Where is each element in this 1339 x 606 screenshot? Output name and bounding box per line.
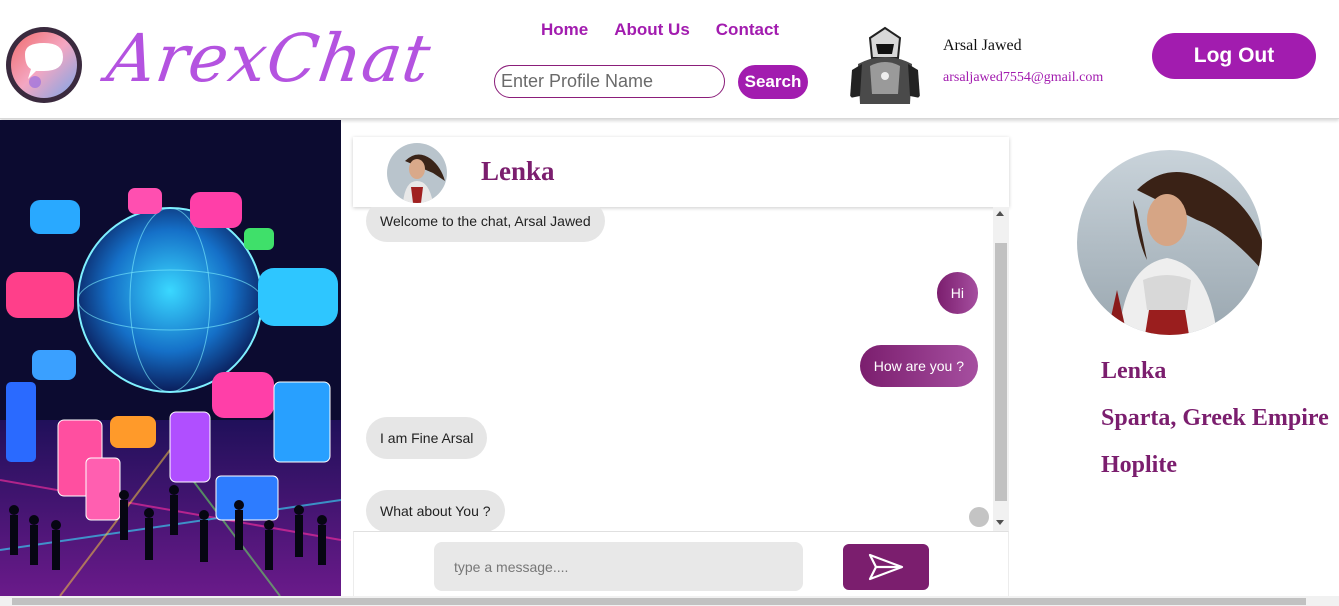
search-button[interactable]: Search [738, 65, 808, 99]
message-scrollbar[interactable] [993, 207, 1009, 531]
armored-hero-avatar-icon [840, 24, 930, 112]
scroll-up-arrow-icon[interactable] [996, 211, 1004, 216]
profile-role: Hoplite [1101, 452, 1177, 478]
profile-search-input[interactable] [494, 65, 725, 98]
send-icon [868, 553, 904, 581]
user-name: Arsal Jawed [943, 37, 1022, 54]
social-network-banner-image [0, 120, 341, 596]
chat-header: Lenka [353, 137, 1009, 207]
brand-logo-text: ArexChat [102, 20, 436, 97]
message-input[interactable] [434, 542, 803, 591]
contact-avatar[interactable] [387, 143, 447, 203]
profile-location: Sparta, Greek Empire [1101, 405, 1329, 431]
nav-about-link[interactable]: About Us [614, 20, 690, 40]
nav-home-link[interactable]: Home [541, 20, 588, 40]
message-outgoing: Hi [936, 272, 978, 314]
profile-avatar [1077, 150, 1262, 335]
user-avatar[interactable] [840, 24, 930, 112]
scroll-thumb[interactable] [995, 243, 1007, 501]
warrior-woman-avatar-icon [387, 143, 447, 203]
nav-contact-link[interactable]: Contact [716, 20, 779, 40]
page-horizontal-scrollbar[interactable] [0, 596, 1339, 606]
message-composer [353, 531, 1009, 596]
message-outgoing: How are you ? [859, 345, 978, 387]
profile-name: Lenka [1101, 358, 1167, 384]
banner-illustration [0, 120, 341, 596]
horizontal-scroll-thumb[interactable] [12, 598, 1306, 605]
chat-contact-name: Lenka [481, 156, 555, 186]
message-list[interactable]: Welcome to the chat, Arsal Jawed Hi How … [353, 207, 993, 531]
chat-logo-icon [6, 27, 82, 103]
scroll-to-bottom-indicator[interactable] [969, 507, 989, 527]
top-header: ArexChat Home About Us Contact Search Ar… [0, 0, 1339, 119]
send-button[interactable] [843, 544, 929, 590]
scroll-down-arrow-icon[interactable] [996, 520, 1004, 525]
main-nav: Home About Us Contact [541, 20, 779, 40]
message-incoming: Welcome to the chat, Arsal Jawed [366, 207, 605, 242]
message-incoming: I am Fine Arsal [366, 417, 488, 459]
logout-button[interactable]: Log Out [1152, 33, 1316, 79]
message-incoming: What about You ? [366, 490, 505, 531]
user-email: arsaljawed7554@gmail.com [943, 70, 1104, 85]
warrior-woman-portrait-icon [1077, 150, 1262, 335]
